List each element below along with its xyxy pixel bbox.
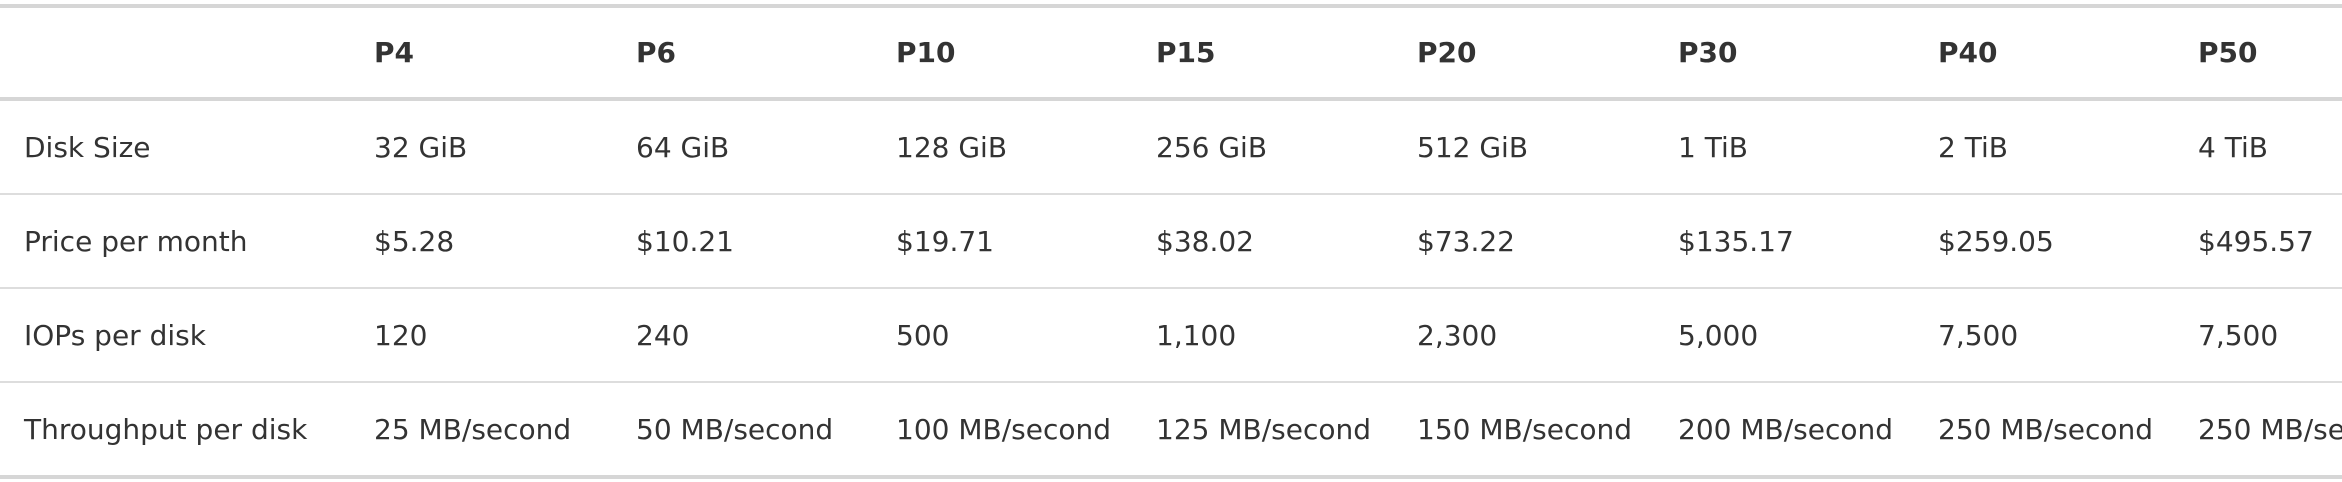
table-cell: 1,100 [1156,318,1237,352]
column-header-p50: P50 [2198,36,2258,69]
table-cell: $5.28 [374,224,455,258]
column-header-p15: P15 [1156,36,1216,69]
table-cell: 500 [896,318,950,352]
table-cell: 200 MB/second [1678,412,1894,446]
column-header-empty [0,6,350,99]
table-cell: $135.17 [1678,224,1794,258]
row-label-disk-size: Disk Size [24,130,151,164]
table-body: Disk Size 32 GiB 64 GiB 128 GiB 256 GiB … [0,99,2342,477]
column-header-p20: P20 [1417,36,1477,69]
table-row-throughput-per-disk: Throughput per disk 25 MB/second 50 MB/s… [0,382,2342,477]
table-cell: $10.21 [636,224,734,258]
table-row-iops-per-disk: IOPs per disk 120 240 500 1,100 2,300 5,… [0,288,2342,382]
table-cell: 512 GiB [1417,130,1529,164]
table-cell: 100 MB/second [896,412,1112,446]
table-cell: 4 TiB [2198,130,2268,164]
table-cell: $38.02 [1156,224,1254,258]
row-label-iops-per-disk: IOPs per disk [24,318,206,352]
table-cell: 25 MB/second [374,412,572,446]
table-cell: 120 [374,318,428,352]
table-cell: 256 GiB [1156,130,1268,164]
table-cell: 240 [636,318,690,352]
table-cell: 1 TiB [1678,130,1748,164]
table-cell: $19.71 [896,224,994,258]
table-header: P4 P6 P10 P15 P20 P30 P40 P50 [0,6,2342,99]
table-cell: 50 MB/second [636,412,834,446]
table-cell: 64 GiB [636,130,730,164]
table-cell: 5,000 [1678,318,1759,352]
table-cell: $73.22 [1417,224,1515,258]
table-cell: 2 TiB [1938,130,2008,164]
table-cell: 128 GiB [896,130,1008,164]
table-cell: $495.57 [2198,224,2314,258]
table-cell: 32 GiB [374,130,468,164]
table-cell: $259.05 [1938,224,2054,258]
row-label-price-per-month: Price per month [24,224,248,258]
column-header-p10: P10 [896,36,956,69]
table-cell: 150 MB/second [1417,412,1633,446]
table-row-disk-size: Disk Size 32 GiB 64 GiB 128 GiB 256 GiB … [0,99,2342,194]
disk-pricing-table: P4 P6 P10 P15 P20 P30 P40 P50 Disk Size … [0,4,2342,479]
table-cell: 250 MB/second [2198,412,2342,446]
column-header-p6: P6 [636,36,677,69]
table-cell: 7,500 [2198,318,2279,352]
row-label-throughput-per-disk: Throughput per disk [24,412,308,446]
table-row-price-per-month: Price per month $5.28 $10.21 $19.71 $38.… [0,194,2342,288]
column-header-p40: P40 [1938,36,1998,69]
table-cell: 2,300 [1417,318,1498,352]
column-header-p4: P4 [374,36,415,69]
table-container: P4 P6 P10 P15 P20 P30 P40 P50 Disk Size … [0,0,2342,482]
table-cell: 7,500 [1938,318,2019,352]
header-row: P4 P6 P10 P15 P20 P30 P40 P50 [0,6,2342,99]
table-cell: 250 MB/second [1938,412,2154,446]
table-cell: 125 MB/second [1156,412,1372,446]
column-header-p30: P30 [1678,36,1738,69]
